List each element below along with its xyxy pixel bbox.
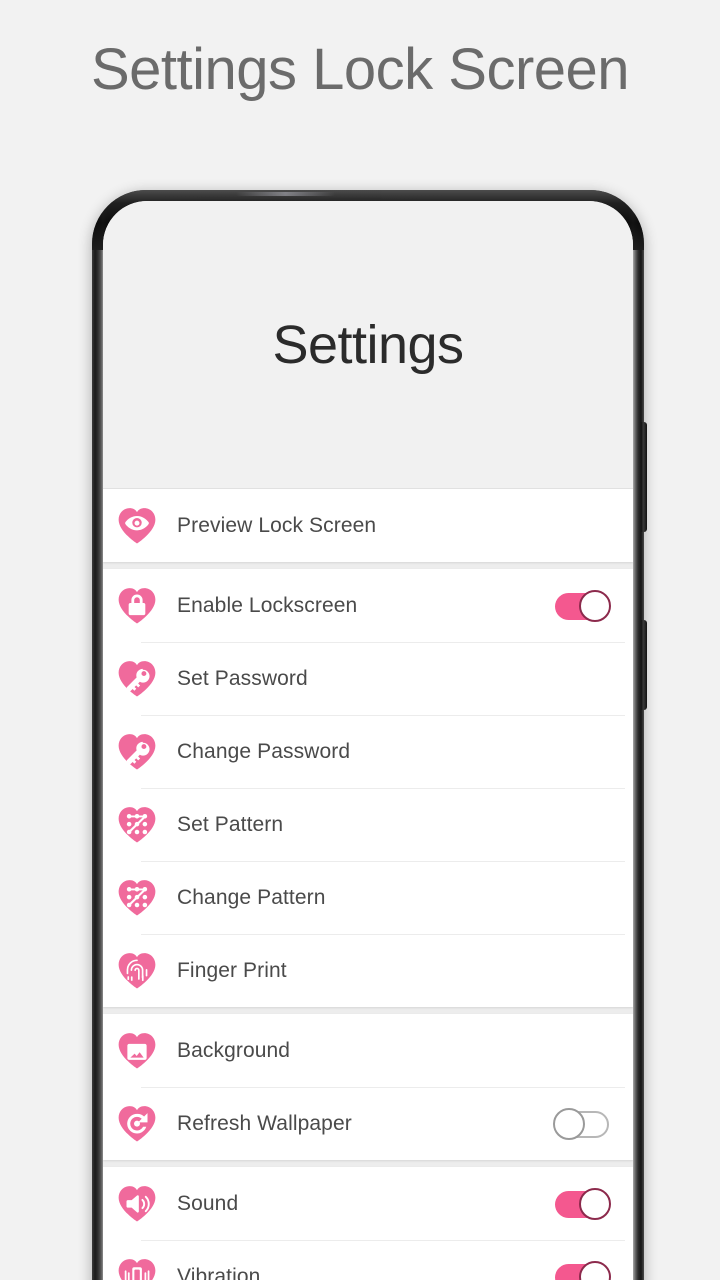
phone-mockup: Settings Preview Lock Screen Enable Locks… [92, 190, 647, 1280]
settings-row[interactable]: Vibration [103, 1240, 633, 1280]
preview-section: Preview Lock Screen [103, 489, 633, 562]
settings-row[interactable]: Refresh Wallpaper [103, 1087, 633, 1160]
page-title: Settings Lock Screen [90, 37, 630, 102]
settings-row[interactable]: Change Pattern [103, 861, 633, 934]
toggle-knob [579, 589, 611, 622]
toggle-switch[interactable] [553, 589, 611, 622]
security-section: Enable Lockscreen Set Password Change Pass… [103, 569, 633, 1007]
settings-row-label: Sound [177, 1191, 239, 1215]
settings-row[interactable]: Sound [103, 1167, 633, 1240]
settings-row-label: Change Password [177, 739, 351, 763]
phone-power-button[interactable] [641, 620, 647, 710]
settings-row-label: Refresh Wallpaper [177, 1111, 352, 1135]
settings-row[interactable]: Set Pattern [103, 788, 633, 861]
heart-vibration-icon [113, 1253, 161, 1280]
heart-key-icon [113, 728, 161, 776]
phone-volume-button[interactable] [641, 422, 647, 532]
settings-row-label: Background [177, 1038, 291, 1062]
settings-row[interactable]: Set Password [103, 642, 633, 715]
toggle-switch[interactable] [553, 1107, 611, 1140]
settings-list[interactable]: Preview Lock Screen Enable Lockscreen Set … [103, 489, 633, 1280]
heart-sound-icon [113, 1180, 161, 1228]
settings-row[interactable]: Finger Print [103, 934, 633, 1007]
settings-row-label: Change Pattern [177, 885, 326, 909]
heart-pattern-icon [113, 801, 161, 849]
wallpaper-section: Background Refresh Wallpaper [103, 1014, 633, 1160]
heart-pattern-icon [113, 874, 161, 922]
screenshot-root: Settings Lock Screen Settings Preview Lo… [0, 0, 720, 1280]
toggle-knob [579, 1187, 611, 1220]
heart-image-icon [113, 1027, 161, 1075]
settings-row-label: Enable Lockscreen [177, 593, 358, 617]
settings-row-label: Preview Lock Screen [177, 513, 377, 537]
settings-row-label: Vibration [177, 1264, 261, 1280]
settings-row-label: Set Password [177, 666, 308, 690]
settings-row-label: Finger Print [177, 958, 287, 982]
app-header: Settings [103, 201, 633, 489]
heart-key-icon [113, 655, 161, 703]
heart-fingerprint-icon [113, 947, 161, 995]
toggle-switch[interactable] [553, 1187, 611, 1220]
heart-lock-icon [113, 582, 161, 630]
settings-row[interactable]: Background [103, 1014, 633, 1087]
heart-eye-icon [113, 502, 161, 550]
phone-screen: Settings Preview Lock Screen Enable Locks… [103, 201, 633, 1280]
toggle-knob [553, 1107, 585, 1140]
settings-row[interactable]: Preview Lock Screen [103, 489, 633, 562]
app-title: Settings [272, 314, 464, 375]
settings-row[interactable]: Enable Lockscreen [103, 569, 633, 642]
settings-row[interactable]: Change Password [103, 715, 633, 788]
toggle-switch[interactable] [553, 1260, 611, 1280]
feedback-section: Sound Vibration [103, 1167, 633, 1280]
settings-row-label: Set Pattern [177, 812, 284, 836]
heart-refresh-icon [113, 1100, 161, 1148]
